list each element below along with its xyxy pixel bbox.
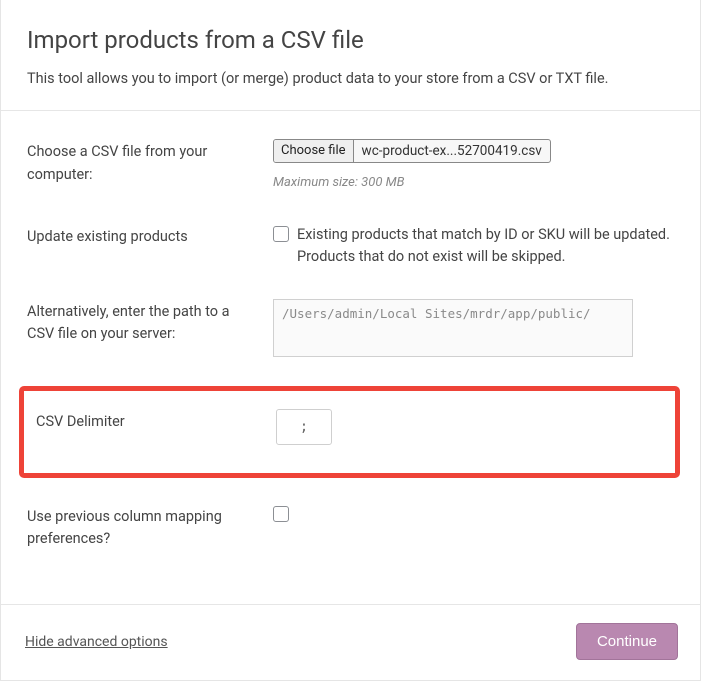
max-size-hint: Maximum size: 300 MB (273, 173, 674, 193)
field-prev-mapping (273, 504, 674, 526)
row-choose-file: Choose a CSV file from your computer: Ch… (27, 131, 674, 199)
field-csv-delimiter (276, 409, 665, 445)
desc-update-existing: Existing products that match by ID or SK… (297, 224, 674, 269)
label-server-path: Alternatively, enter the path to a CSV f… (27, 299, 273, 346)
form-area: Choose a CSV file from your computer: Ch… (1, 111, 700, 604)
row-server-path: Alternatively, enter the path to a CSV f… (27, 291, 674, 370)
field-choose-file: Choose file wc-product-ex...52700419.csv… (273, 139, 674, 193)
chosen-file-name: wc-product-ex...52700419.csv (354, 141, 550, 162)
label-prev-mapping: Use previous column mapping preferences? (27, 504, 273, 551)
field-server-path (273, 299, 674, 364)
file-picker[interactable]: Choose file wc-product-ex...52700419.csv (273, 139, 551, 163)
label-choose-file: Choose a CSV file from your computer: (27, 139, 273, 186)
checkbox-update-existing[interactable] (273, 226, 289, 242)
row-prev-mapping: Use previous column mapping preferences? (27, 496, 674, 557)
label-csv-delimiter: CSV Delimiter (36, 409, 276, 433)
panel-footer: Hide advanced options Continue (1, 604, 700, 680)
checkbox-prev-mapping[interactable] (273, 506, 289, 522)
panel-header: Import products from a CSV file This too… (1, 0, 700, 110)
row-csv-delimiter: CSV Delimiter (19, 386, 680, 478)
toggle-advanced-link[interactable]: Hide advanced options (25, 634, 168, 650)
page-subtitle: This tool allows you to import (or merge… (27, 68, 674, 90)
continue-button[interactable]: Continue (576, 623, 678, 660)
import-panel: Import products from a CSV file This too… (0, 0, 701, 681)
label-update-existing: Update existing products (27, 224, 273, 248)
input-server-path[interactable] (273, 299, 633, 357)
page-title: Import products from a CSV file (27, 26, 674, 54)
choose-file-button[interactable]: Choose file (274, 139, 354, 163)
input-csv-delimiter[interactable] (276, 409, 332, 445)
field-update-existing: Existing products that match by ID or SK… (273, 224, 674, 269)
row-update-existing: Update existing products Existing produc… (27, 216, 674, 275)
